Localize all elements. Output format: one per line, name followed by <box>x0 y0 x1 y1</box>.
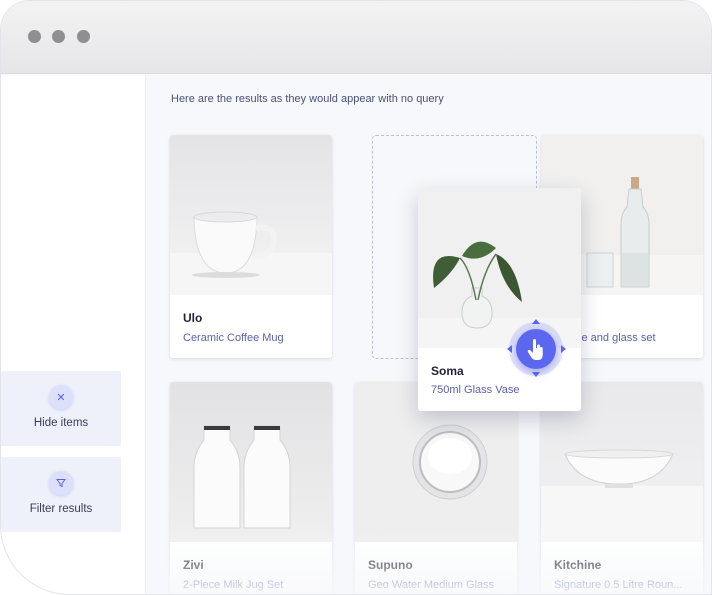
window-minimize-dot[interactable] <box>52 30 65 43</box>
product-card-kitchine[interactable]: Kitchine Signature 0.5 Litre Roun... <box>541 382 703 594</box>
product-name: Kitchine <box>554 558 602 572</box>
product-name: Supuno <box>368 558 413 572</box>
close-icon: ✕ <box>49 385 73 409</box>
product-card-zivi[interactable]: Zivi 2-Piece Milk Jug Set <box>170 382 332 594</box>
product-desc: Geo Water Medium Glass <box>368 579 495 591</box>
product-desc: 2-Piece Milk Jug Set <box>183 579 284 591</box>
filter-icon <box>49 471 73 495</box>
arrow-up-icon <box>532 319 540 324</box>
product-name: Soma <box>431 364 464 378</box>
product-desc: Ceramic Coffee Mug <box>183 332 284 344</box>
hand-pointer-icon <box>527 339 543 360</box>
hide-items-label: Hide items <box>33 417 89 429</box>
product-desc: 750ml Glass Vase <box>431 384 520 396</box>
title-bar <box>1 1 711 74</box>
arrow-down-icon <box>532 372 540 377</box>
window-maximize-dot[interactable] <box>77 30 90 43</box>
product-card-supuno[interactable]: Supuno Geo Water Medium Glass <box>355 382 517 594</box>
arrow-left-icon <box>507 345 512 353</box>
product-image-vase <box>418 188 581 348</box>
product-desc: Signature 0.5 Litre Roun... <box>554 579 683 591</box>
browser-window: ✕ Hide items Filter results Here are the… <box>0 0 712 595</box>
product-image-mug <box>170 135 332 295</box>
drag-handle[interactable] <box>516 329 556 369</box>
product-name: Zivi <box>183 558 204 572</box>
arrow-right-icon <box>561 345 566 353</box>
sidebar: ✕ Hide items Filter results <box>1 75 146 594</box>
filter-results-button[interactable]: Filter results <box>1 457 121 532</box>
filter-results-label: Filter results <box>29 503 93 515</box>
window-close-dot[interactable] <box>28 30 41 43</box>
dragged-product-card-soma[interactable]: Soma 750ml Glass Vase <box>418 188 581 411</box>
product-image-milk-jugs <box>170 382 332 542</box>
results-intro-text: Here are the results as they would appea… <box>171 93 444 105</box>
product-card-ulo[interactable]: Ulo Ceramic Coffee Mug <box>170 135 332 358</box>
hide-items-button[interactable]: ✕ Hide items <box>1 371 121 446</box>
product-name: Ulo <box>183 311 203 325</box>
